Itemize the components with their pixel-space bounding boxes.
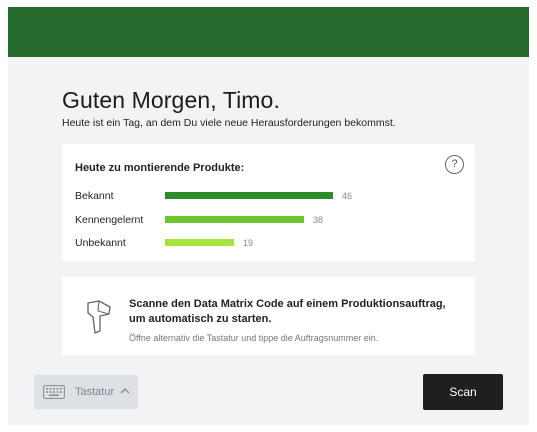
product-row-known: Bekannt 46 — [75, 189, 455, 203]
product-row-label: Unbekannt — [75, 237, 126, 249]
product-row-label: Kennengelernt — [75, 214, 144, 226]
product-row-label: Bekannt — [75, 190, 114, 202]
keyboard-icon — [43, 385, 65, 399]
header-bar — [8, 7, 529, 57]
barcode-scanner-icon — [87, 300, 111, 334]
page-title: Guten Morgen, Timo. — [62, 87, 280, 113]
product-row-value: 46 — [342, 191, 353, 201]
product-bar — [165, 216, 304, 223]
scan-instruction-title: Scanne den Data Matrix Code auf einem Pr… — [129, 298, 446, 325]
product-bar-track — [165, 192, 340, 199]
product-row-value: 19 — [243, 238, 254, 248]
product-row-value: 38 — [313, 215, 324, 225]
products-card-title: Heute zu montierende Produkte: — [75, 162, 245, 174]
scan-button[interactable]: Scan — [423, 374, 503, 410]
page-subtitle: Heute ist ein Tag, an dem Du viele neue … — [62, 117, 396, 129]
product-row-unknown: Unbekannt 19 — [75, 236, 455, 250]
product-row-learned: Kennengelernt 38 — [75, 213, 455, 227]
chevron-up-icon — [120, 388, 130, 394]
question-circle-icon[interactable]: ? — [445, 155, 464, 174]
scan-instruction-hint: Öffne alternativ die Tastatur und tippe … — [129, 333, 379, 343]
keyboard-toggle-button[interactable]: Tastatur — [34, 375, 138, 409]
keyboard-toggle-label: Tastatur — [75, 386, 115, 398]
products-card: Heute zu montierende Produkte: ? Bekannt… — [62, 144, 475, 261]
app-window: Guten Morgen, Timo. Heute ist ein Tag, a… — [8, 7, 529, 425]
scan-instructions-card: Scanne den Data Matrix Code auf einem Pr… — [62, 277, 475, 355]
product-bar — [165, 239, 234, 246]
product-bar — [165, 192, 333, 199]
